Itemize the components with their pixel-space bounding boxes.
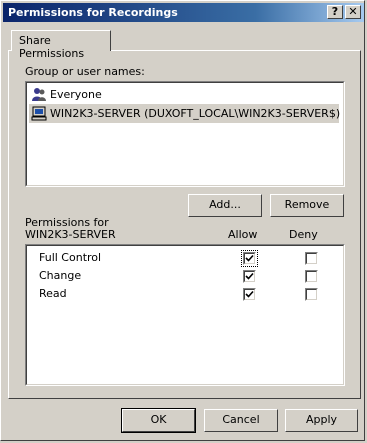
tab-panel: Group or user names: Everyone WIN2K3-SER…	[8, 50, 361, 399]
cancel-button[interactable]: Cancel	[204, 409, 278, 432]
permissions-list[interactable]: Full Control Change Read	[25, 244, 345, 386]
permissions-dialog: Permissions for Recordings ? ✕ Share Per…	[0, 0, 365, 441]
deny-checkbox[interactable]	[305, 252, 318, 265]
allow-column-header: Allow	[228, 228, 258, 241]
permission-row: Change	[34, 268, 334, 285]
permission-row: Full Control	[34, 250, 334, 267]
list-item-label: WIN2K3-SERVER (DUXOFT_LOCAL\WIN2K3-SERVE…	[50, 107, 341, 120]
list-item-win2k3-server[interactable]: WIN2K3-SERVER (DUXOFT_LOCAL\WIN2K3-SERVE…	[29, 104, 341, 123]
allow-checkbox[interactable]	[243, 288, 256, 301]
permission-name: Change	[39, 269, 82, 282]
help-icon: ?	[331, 5, 339, 18]
deny-column-header: Deny	[289, 228, 318, 241]
close-button[interactable]: ✕	[345, 5, 361, 19]
tab-share-permissions[interactable]: Share Permissions	[11, 30, 111, 60]
deny-checkbox[interactable]	[305, 288, 318, 301]
deny-checkbox[interactable]	[305, 270, 318, 283]
focus-rectangle	[241, 250, 258, 267]
permission-name: Full Control	[39, 251, 102, 264]
allow-checkbox[interactable]	[243, 270, 256, 283]
ok-button[interactable]: OK	[121, 408, 196, 433]
permission-name: Read	[39, 287, 67, 300]
users-group-icon	[32, 88, 46, 101]
computer-icon	[31, 106, 47, 121]
remove-button[interactable]: Remove	[270, 194, 344, 217]
list-item-everyone[interactable]: Everyone	[29, 85, 339, 104]
apply-button[interactable]: Apply	[285, 409, 358, 432]
group-user-list[interactable]: Everyone WIN2K3-SERVER (DUXOFT_LOCAL\WIN…	[25, 81, 345, 187]
tab-label: Share Permissions	[19, 34, 85, 60]
help-button[interactable]: ?	[327, 5, 343, 19]
permission-row: Read	[34, 286, 334, 303]
title-bar[interactable]: Permissions for Recordings ? ✕	[3, 3, 364, 22]
list-item-label: Everyone	[50, 88, 102, 101]
group-names-label: Group or user names:	[25, 65, 145, 78]
permissions-principal: WIN2K3-SERVER	[25, 228, 116, 241]
add-button[interactable]: Add...	[188, 194, 262, 217]
window-title: Permissions for Recordings	[8, 6, 178, 19]
close-icon: ✕	[348, 5, 358, 18]
